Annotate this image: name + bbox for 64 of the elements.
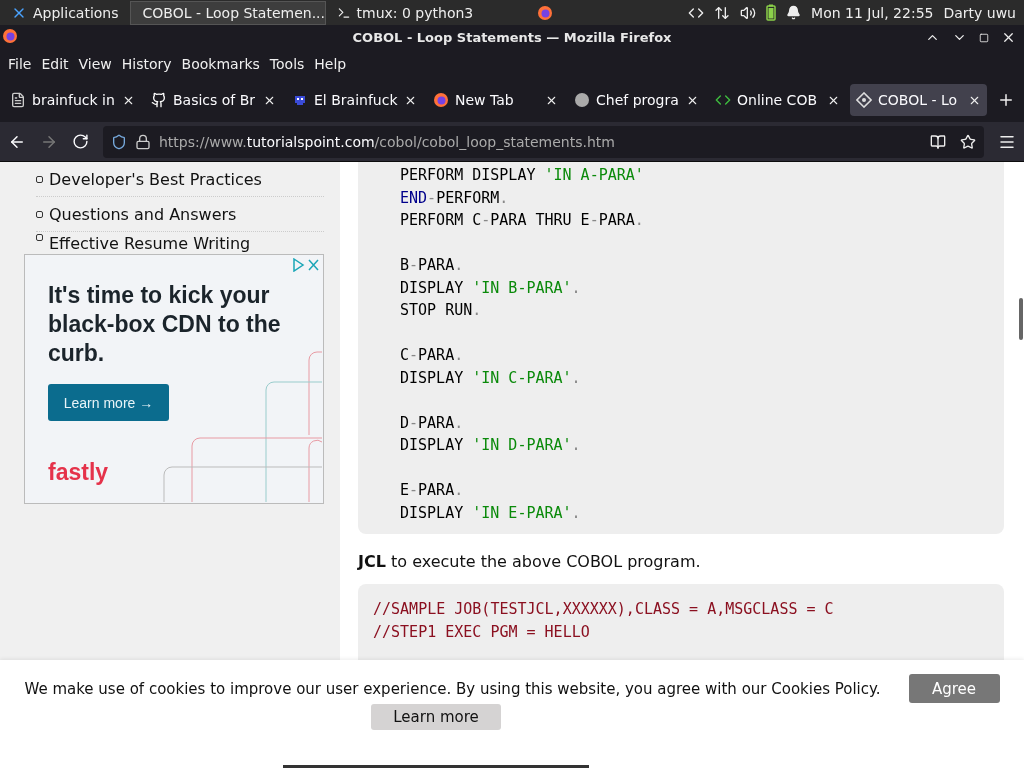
menu-item[interactable]: File <box>3 56 37 72</box>
sidebar-link[interactable]: Effective Resume Writing <box>36 232 324 254</box>
cookie-notice: We make use of cookies to improve our user experience. By using this website, you agree with our Cookies Policy. <box>24 679 881 698</box>
code-line: DISPLAY 'IN E-PARA'. <box>400 502 582 524</box>
battery-icon[interactable] <box>766 4 777 21</box>
new-tab-icon[interactable] <box>997 91 1015 109</box>
browser-tab[interactable]: New Tab <box>427 84 564 116</box>
learn-more-button[interactable]: Learn more → <box>48 384 169 421</box>
address-field[interactable]: https://www.tutorialspoint.com/cobol/cobol_loop_statements.htm <box>103 125 984 158</box>
menu-item[interactable]: History <box>116 56 177 72</box>
document-icon <box>10 92 26 108</box>
taskbar-button[interactable]: tmux: 0 python3 <box>329 0 526 25</box>
ad-choices-icon[interactable] <box>292 258 320 272</box>
menu-item[interactable]: View <box>73 56 117 72</box>
menu-item[interactable]: Tools <box>264 56 310 72</box>
clock[interactable]: Mon 11 Jul, 22:55 <box>811 4 934 21</box>
learn-more-button[interactable]: Learn more <box>371 704 501 731</box>
applications-menu[interactable]: Applications <box>4 0 126 25</box>
code-icon <box>715 92 731 108</box>
browser-tab[interactable]: Online COB <box>709 84 846 116</box>
code-line: C-PARA. <box>400 345 465 366</box>
reload-icon[interactable] <box>72 133 89 150</box>
user-name[interactable]: Darty uwu <box>943 4 1016 21</box>
sidebar-link[interactable]: Questions and Answers <box>36 197 324 232</box>
browser-tab[interactable]: COBOL - Lo <box>850 84 987 116</box>
scrollbar-thumb[interactable] <box>1019 298 1023 340</box>
code-line: DISPLAY 'IN C-PARA'. <box>400 367 582 389</box>
restore-icon[interactable] <box>979 33 989 43</box>
code-line: //STEP1 EXEC PGM = HELLO <box>373 621 591 643</box>
notification-icon[interactable] <box>786 5 802 20</box>
agree-button[interactable]: Agree <box>908 674 1000 703</box>
code-line: DISPLAY 'IN B-PARA'. <box>400 277 582 299</box>
reader-view-icon[interactable] <box>930 133 946 150</box>
lock-icon[interactable] <box>135 133 151 150</box>
code-line: PERFORM C-PARA THRU E-PARA. <box>400 210 645 231</box>
github-icon <box>151 92 167 108</box>
transfer-icon[interactable] <box>714 4 731 21</box>
browser-tab[interactable]: Chef progra <box>568 84 705 116</box>
sidebar-link[interactable]: Developer's Best Practices <box>36 162 324 197</box>
code-line: END-PERFORM. <box>400 187 510 209</box>
code-line: B-PARA. <box>400 255 465 276</box>
menu-item[interactable]: Edit <box>36 56 74 72</box>
menu-item[interactable]: Help <box>309 56 352 72</box>
code-line: E-PARA. <box>400 480 465 501</box>
volume-icon[interactable] <box>740 4 757 21</box>
code-line: STOP RUN. <box>400 300 483 321</box>
fastly-logo: fastly <box>48 459 109 486</box>
paragraph: JCL to execute the above COBOL program. <box>358 552 702 571</box>
browser-tab[interactable]: El Brainfuck <box>286 84 423 116</box>
code-line: DISPLAY 'IN D-PARA'. <box>400 435 582 456</box>
diamond-icon <box>856 92 872 108</box>
close-icon[interactable] <box>1001 30 1016 45</box>
bookmark-star-icon[interactable] <box>960 133 976 150</box>
code-line: D-PARA. <box>400 412 465 434</box>
taskbar-button[interactable]: COBOL - Loop Statemen... <box>129 0 326 25</box>
menu-item[interactable]: Bookmarks <box>176 56 265 72</box>
browser-tab[interactable]: Basics of Br <box>145 84 282 116</box>
code-line: PERFORM DISPLAY 'IN A-PARA' <box>400 165 645 186</box>
shield-icon[interactable] <box>111 133 127 150</box>
terminal-icon <box>336 5 351 20</box>
browser-tab[interactable]: brainfuck in <box>4 84 141 116</box>
ad-headline: It's time to kick your black-box CDN to the curb. <box>48 281 282 368</box>
code-line: //SAMPLE JOB(TESTJCL,XXXXXX),CLASS = A,MSGCLASS = C <box>373 599 835 620</box>
window-title: COBOL - Loop Statements — Mozilla Firefox <box>352 30 672 45</box>
